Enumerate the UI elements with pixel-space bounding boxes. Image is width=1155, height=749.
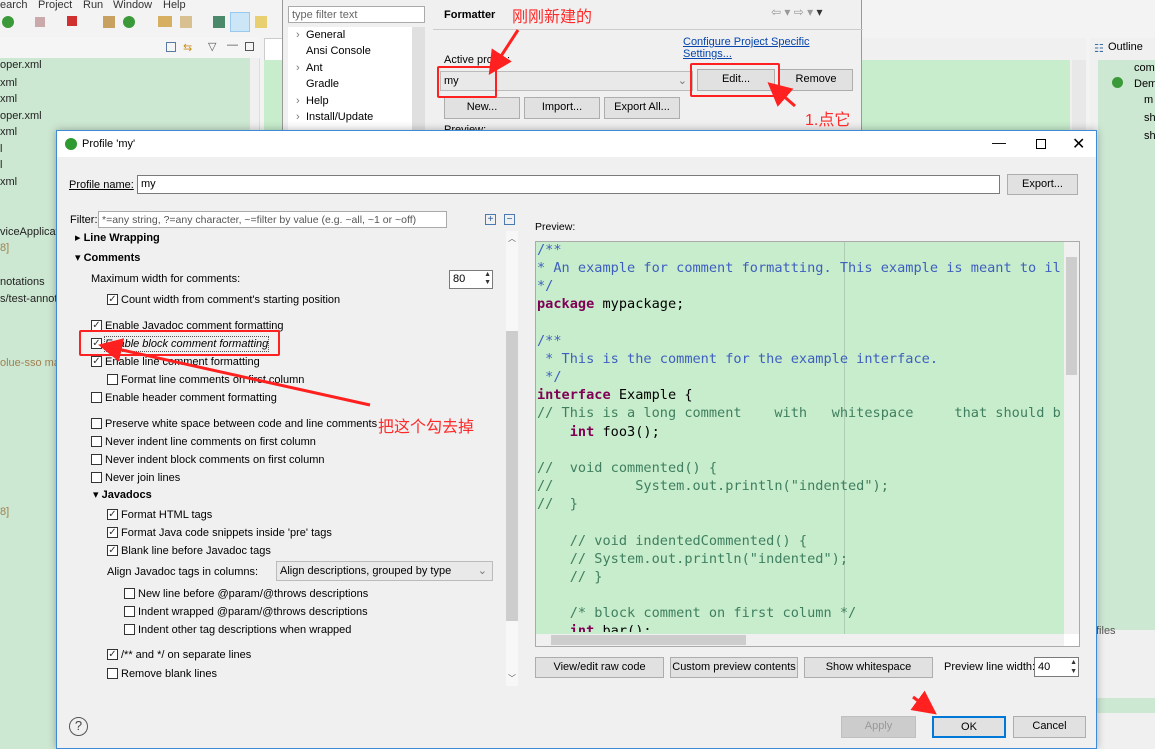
arrow-to-profile [488, 29, 520, 76]
arrow-to-edit [767, 82, 796, 108]
annotation-arrows [98, 29, 937, 715]
arrow-to-ok [910, 690, 937, 715]
arrow-to-checkbox [98, 338, 371, 407]
